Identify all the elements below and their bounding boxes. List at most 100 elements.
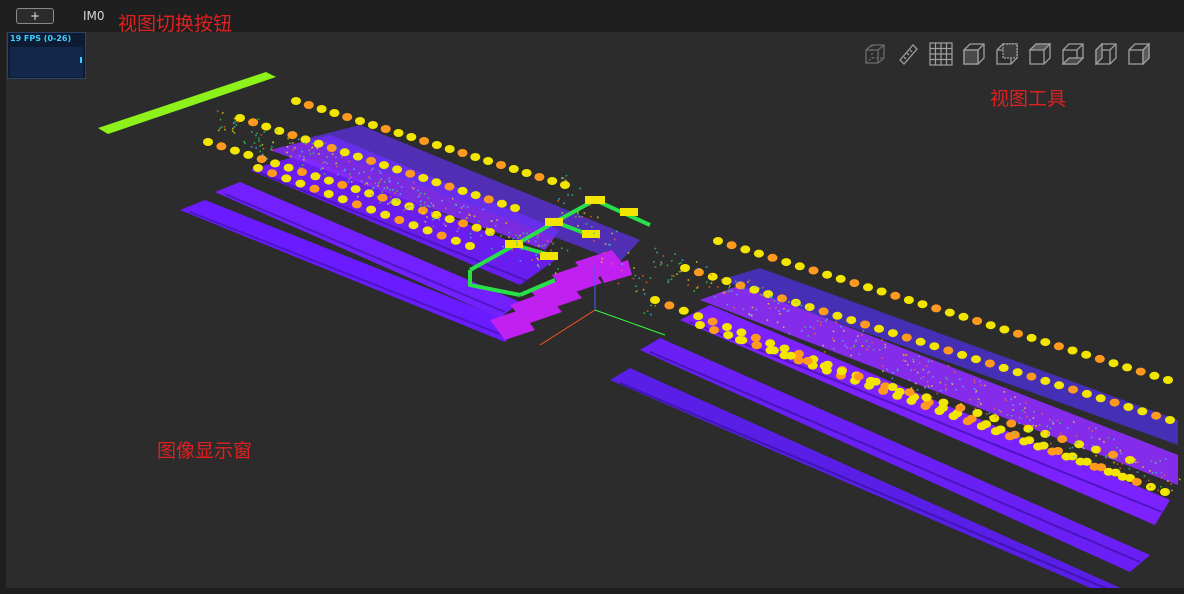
view-tab-label[interactable]: IM0: [83, 9, 105, 23]
lamp-point: [931, 304, 942, 313]
scatter-point: [1165, 458, 1167, 460]
cube-bottom-icon[interactable]: [1058, 40, 1088, 68]
scatter-point: [710, 282, 713, 284]
scatter-point: [294, 147, 296, 149]
scatter-point: [998, 409, 1000, 411]
scatter-point: [423, 212, 425, 215]
scatter-point: [833, 340, 835, 342]
lamp-point: [1013, 329, 1023, 338]
scatter-point: [438, 215, 440, 218]
scatter-point: [959, 378, 961, 380]
lamp-point: [1061, 452, 1072, 461]
scatter-point: [975, 391, 977, 393]
scatter-point: [372, 186, 375, 189]
lamp-point: [934, 407, 945, 415]
scatter-point: [1082, 447, 1085, 450]
scatter-point: [1099, 448, 1102, 451]
scatter-point: [396, 199, 399, 201]
lamp-point: [804, 303, 815, 312]
scatter-point: [537, 258, 539, 261]
scatter-point: [776, 321, 779, 324]
scatter-point: [370, 193, 373, 196]
point-cloud-viewport[interactable]: [6, 32, 1184, 588]
scatter-point: [1032, 417, 1035, 419]
scatter-point: [441, 200, 443, 202]
scatter-point: [928, 370, 930, 373]
scatter-point: [1066, 427, 1069, 429]
ruler-icon[interactable]: [893, 40, 923, 68]
scatter-point: [603, 252, 606, 254]
lamp-point: [496, 161, 506, 169]
scatter-point: [244, 142, 246, 145]
fps-monitor: 19 FPS (0-26): [7, 32, 86, 79]
scatter-point: [301, 150, 304, 153]
scatter-point: [521, 240, 523, 243]
scatter-point: [395, 190, 398, 193]
lamp-point: [339, 148, 350, 157]
cube-left-icon[interactable]: [1091, 40, 1121, 68]
lamp-point: [367, 121, 378, 129]
lamp-point: [1135, 367, 1146, 376]
scatter-point: [350, 181, 353, 183]
cube-back-icon[interactable]: [992, 40, 1022, 68]
scatter-point: [255, 147, 257, 149]
wireframe-cube-icon[interactable]: [860, 40, 890, 68]
lamp-point: [483, 195, 494, 204]
scatter-point: [879, 348, 881, 351]
scatter-point: [1012, 404, 1014, 406]
scatter-point: [907, 363, 909, 366]
lamp-point: [380, 210, 391, 219]
scatter-point: [303, 159, 305, 161]
fps-graph: [10, 47, 83, 77]
scatter-point: [823, 351, 826, 353]
scatter-point: [882, 370, 884, 372]
cube-top-icon[interactable]: [1025, 40, 1055, 68]
scatter-point: [891, 372, 894, 374]
scatter-point: [535, 240, 537, 243]
scatter-point: [833, 347, 835, 350]
scatter-point: [216, 110, 219, 113]
scatter-point: [654, 304, 657, 307]
scatter-point: [411, 186, 413, 189]
scatter-point: [297, 138, 300, 140]
lamp-point: [431, 178, 442, 187]
scatter-point: [366, 182, 368, 184]
scatter-point: [537, 233, 539, 236]
scatter-point: [511, 248, 513, 251]
scatter-point: [945, 376, 947, 379]
scatter-point: [1088, 427, 1090, 430]
scatter-point: [1047, 432, 1050, 435]
scatter-point: [473, 215, 476, 218]
scatter-point: [235, 124, 238, 126]
lamp-point: [1033, 442, 1044, 451]
lamp-point: [998, 363, 1009, 372]
grid-icon[interactable]: [926, 40, 956, 68]
scatter-point: [924, 387, 926, 389]
add-view-button[interactable]: +: [16, 8, 54, 24]
cube-front-icon[interactable]: [959, 40, 989, 68]
lamp-point: [547, 177, 558, 185]
lamp-point: [283, 163, 294, 172]
scatter-point: [574, 215, 577, 218]
scatter-point: [1105, 455, 1108, 457]
lamp-point: [1081, 389, 1092, 398]
scatter-point: [1041, 412, 1043, 415]
scatter-point: [1095, 427, 1097, 430]
scatter-point: [286, 151, 288, 154]
scatter-point: [902, 353, 904, 356]
scatter-point: [986, 413, 988, 415]
scatter-point: [633, 267, 635, 269]
point-cloud-scene[interactable]: [6, 32, 1184, 588]
scatter-point: [336, 165, 338, 168]
scatter-point: [662, 255, 665, 257]
scatter-point: [742, 288, 745, 290]
scatter-point: [344, 168, 347, 171]
cube-right-icon[interactable]: [1124, 40, 1154, 68]
scatter-point: [494, 224, 497, 227]
scatter-point: [1171, 489, 1173, 492]
lamp-point: [917, 300, 928, 309]
scatter-point: [585, 223, 588, 225]
scatter-point: [674, 253, 676, 255]
scatter-point: [443, 223, 445, 225]
scatter-point: [643, 312, 646, 314]
